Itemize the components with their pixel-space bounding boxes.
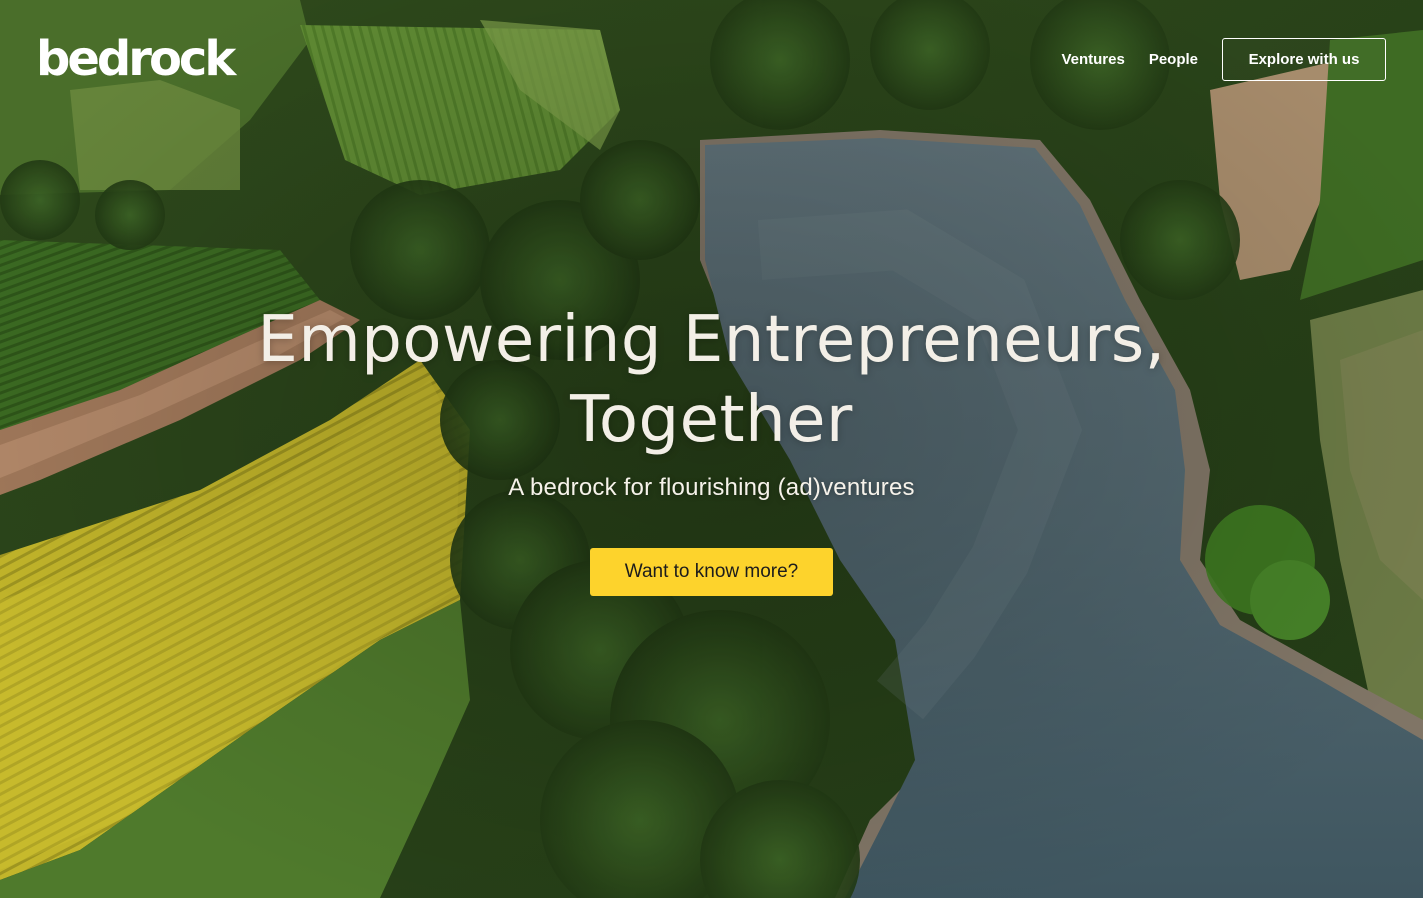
bedrock-logo[interactable]: bedrock (36, 31, 236, 87)
nav-link-people[interactable]: People (1149, 51, 1198, 68)
hero-content: Empowering Entrepreneurs, Together A bed… (0, 300, 1423, 596)
main-nav: Ventures People Explore with us (1061, 38, 1386, 81)
explore-with-us-button[interactable]: Explore with us (1222, 38, 1386, 81)
logo-wordmark: bedrock (36, 31, 236, 87)
want-to-know-more-button[interactable]: Want to know more? (590, 548, 833, 596)
site-header: bedrock Ventures People Explore with us (0, 0, 1423, 120)
hero-subtitle: A bedrock for flourishing (ad)ventures (508, 474, 915, 501)
headline-line-2: Together (570, 383, 853, 457)
headline-line-1: Empowering Entrepreneurs, (257, 303, 1166, 377)
nav-link-ventures[interactable]: Ventures (1061, 51, 1124, 68)
hero-headline: Empowering Entrepreneurs, Together (0, 300, 1423, 460)
hero-section: bedrock Ventures People Explore with us … (0, 0, 1423, 898)
